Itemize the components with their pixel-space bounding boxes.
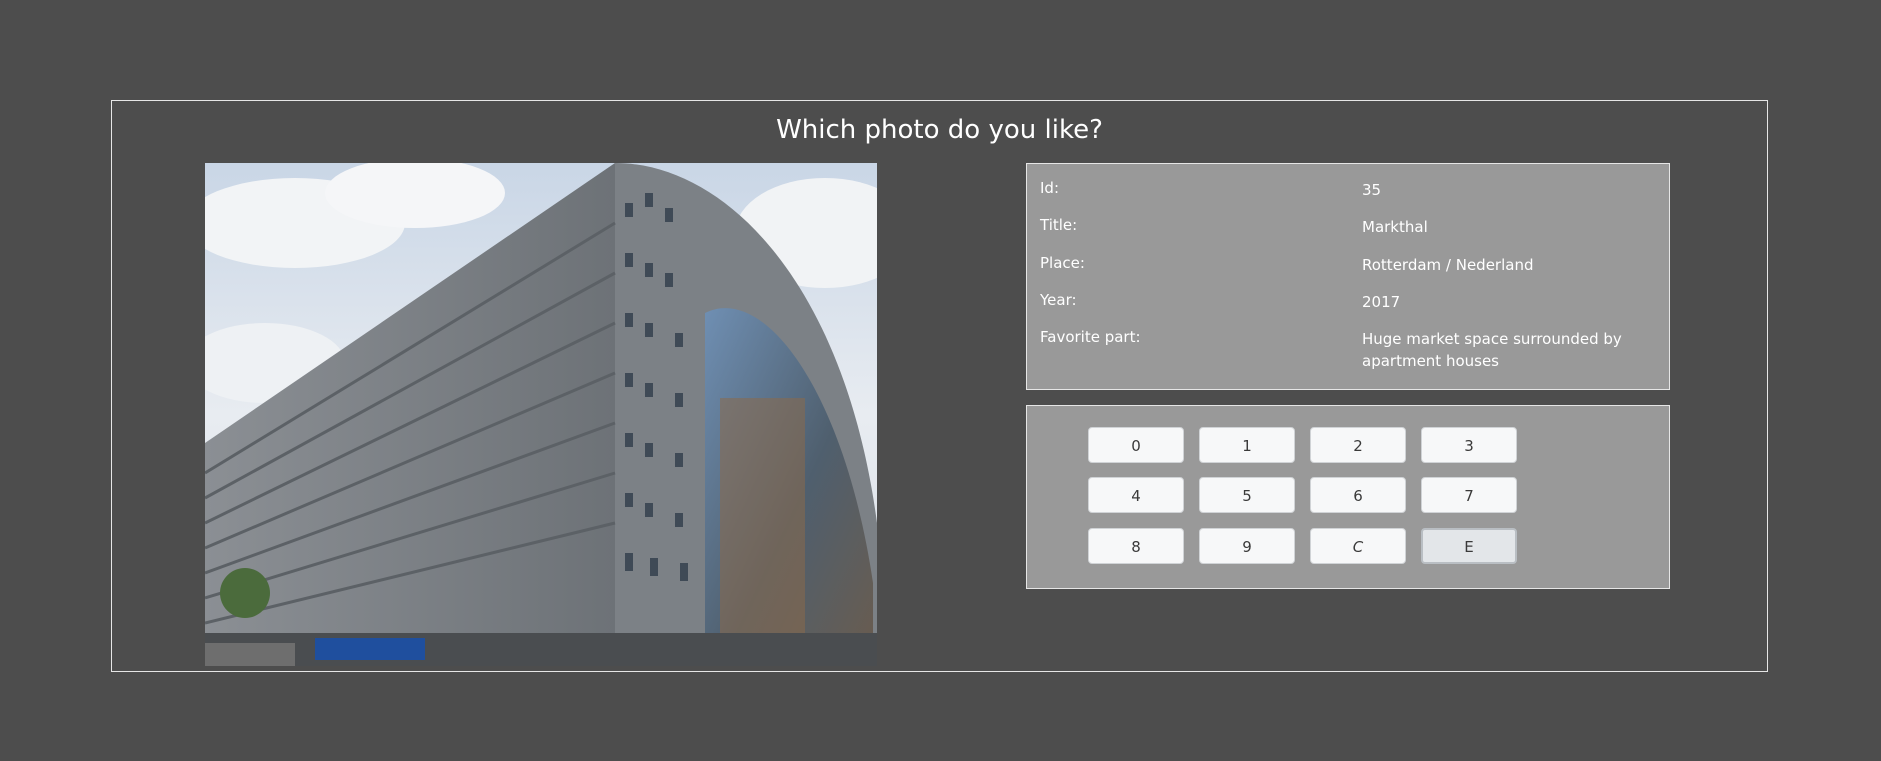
info-row-favorite-part: Favorite part: Huge market space surroun… bbox=[1040, 328, 1656, 372]
key-4-button[interactable]: 4 bbox=[1088, 477, 1184, 513]
info-row-title: Title: Markthal bbox=[1040, 216, 1656, 238]
key-3-button[interactable]: 3 bbox=[1421, 427, 1517, 463]
key-0-button[interactable]: 0 bbox=[1088, 427, 1184, 463]
markthal-photo bbox=[205, 163, 877, 666]
year-value: 2017 bbox=[1362, 293, 1401, 311]
keypad-panel: 0 1 2 3 4 5 6 7 8 9 C E bbox=[1026, 405, 1670, 589]
clear-key-button[interactable]: C bbox=[1310, 528, 1406, 564]
key-1-button[interactable]: 1 bbox=[1199, 427, 1295, 463]
id-label: Id: bbox=[1040, 179, 1059, 197]
key-2-button[interactable]: 2 bbox=[1310, 427, 1406, 463]
title-label: Title: bbox=[1040, 216, 1078, 234]
page-heading: Which photo do you like? bbox=[776, 115, 1103, 145]
key-5-button[interactable]: 5 bbox=[1199, 477, 1295, 513]
info-row-id: Id: 35 bbox=[1040, 179, 1656, 201]
enter-key-button[interactable]: E bbox=[1421, 528, 1517, 564]
photo-info-panel: Id: 35 Title: Markthal Place: Rotterdam … bbox=[1026, 163, 1670, 390]
key-7-button[interactable]: 7 bbox=[1421, 477, 1517, 513]
id-value: 35 bbox=[1362, 181, 1382, 199]
title-value: Markthal bbox=[1362, 218, 1428, 236]
photo-card: Which photo do you like? Id: 35 Title: M… bbox=[111, 100, 1768, 672]
year-label: Year: bbox=[1040, 291, 1077, 309]
key-6-button[interactable]: 6 bbox=[1310, 477, 1406, 513]
favorite-part-value: Huge market space surrounded by apartmen… bbox=[1362, 330, 1622, 370]
place-label: Place: bbox=[1040, 254, 1085, 272]
key-8-button[interactable]: 8 bbox=[1088, 528, 1184, 564]
place-value: Rotterdam / Nederland bbox=[1362, 256, 1534, 274]
favorite-part-label: Favorite part: bbox=[1040, 328, 1141, 346]
info-row-place: Place: Rotterdam / Nederland bbox=[1040, 254, 1656, 276]
info-row-year: Year: 2017 bbox=[1040, 291, 1656, 313]
key-9-button[interactable]: 9 bbox=[1199, 528, 1295, 564]
